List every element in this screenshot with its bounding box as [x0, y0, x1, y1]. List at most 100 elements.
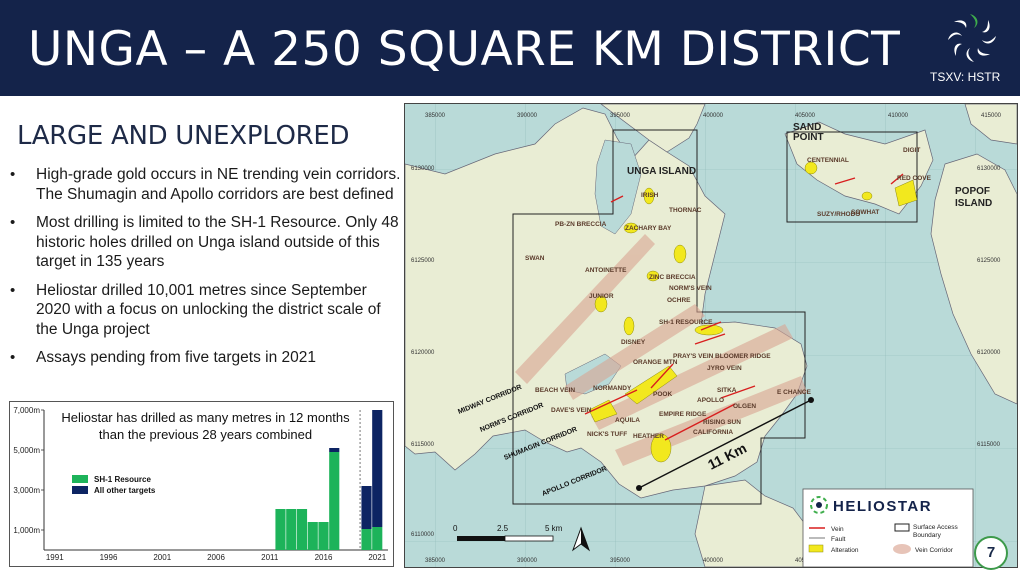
x-tick-label: 2016: [315, 553, 333, 562]
ticker-symbol: TSXV: HSTR: [930, 70, 1001, 84]
bullet-list: High-grade gold occurs in NE trending ve…: [10, 165, 402, 377]
coord-label: 390000: [517, 558, 538, 564]
target-label: AQUILA: [615, 417, 640, 424]
coord-label: 6110000: [411, 532, 435, 538]
map-canvas: 11 Km 385000 390000 395000 400000 405000…: [405, 104, 1017, 567]
coord-label: 6120000: [977, 350, 1001, 356]
x-tick-label: 2021: [368, 553, 386, 562]
bar-sh1-resource: [307, 522, 318, 550]
coord-label: 6115000: [411, 442, 435, 448]
chart-title: Heliostar has drilled as many metres in …: [61, 410, 350, 442]
title-banner: UNGA – A 250 SQUARE KM DISTRICT TSXV: HS…: [0, 0, 1020, 96]
target-label: CENTENNIAL: [807, 157, 849, 164]
heliostar-logo-icon: [948, 14, 996, 62]
target-label: THORNAC: [669, 207, 702, 214]
bullet-item: Most drilling is limited to the SH-1 Res…: [10, 213, 402, 272]
slide-title: UNGA – A 250 SQUARE KM DISTRICT: [28, 22, 901, 77]
target-label: RED COVE: [897, 175, 932, 182]
coord-label: 395000: [610, 113, 631, 119]
x-tick-label: 1996: [100, 553, 118, 562]
target-label: POOK: [653, 391, 672, 398]
target-label: NORMANDY: [593, 385, 632, 392]
target-label: JUNIOR: [589, 293, 614, 300]
island-label-popof: POPOF ISLAND: [955, 186, 992, 209]
target-label: BLOOMER RIDGE: [715, 353, 771, 360]
bullet-item: Heliostar drilled 10,001 metres since Se…: [10, 281, 402, 340]
x-tick-label: 1991: [46, 553, 64, 562]
target-label: NICK'S TUFF: [587, 431, 627, 438]
legend-swatch: [72, 475, 88, 483]
coord-label: 6125000: [411, 258, 435, 264]
legend-label: SH-1 Resource: [94, 475, 151, 484]
target-label: SWAN: [525, 255, 545, 262]
bar-sh1-resource: [329, 452, 340, 550]
target-label: IRISH: [641, 192, 659, 199]
target-label: PRAY'S VEIN: [673, 353, 714, 360]
bar-sh1-resource: [372, 527, 383, 550]
target-label: E CHANCE: [777, 389, 812, 396]
coord-label: 405000: [795, 113, 816, 119]
island-label-unga: UNGA ISLAND: [627, 166, 696, 177]
bar-sh1-resource: [275, 509, 286, 550]
target-label: DIGIT: [903, 147, 920, 154]
island-label-sand-point: SAND POINT: [793, 122, 824, 143]
coord-label: 6130000: [977, 166, 1001, 172]
bullet-item: High-grade gold occurs in NE trending ve…: [10, 165, 402, 204]
coord-label: 415000: [981, 113, 1002, 119]
legend-label: All other targets: [94, 486, 156, 495]
target-label: HEATHER: [633, 433, 664, 440]
x-tick-label: 2001: [153, 553, 171, 562]
target-label: DAVE'S VEIN: [551, 407, 592, 414]
target-label: JYRO VEIN: [707, 365, 742, 372]
x-tick-label: 2011: [261, 553, 279, 562]
bar-other-targets: [361, 486, 372, 529]
coord-label: 6115000: [977, 442, 1001, 448]
bar-other-targets: [329, 448, 340, 452]
coord-label: 395000: [610, 558, 631, 564]
coord-label: 6125000: [977, 258, 1001, 264]
coord-label: 400000: [703, 113, 724, 119]
bar-sh1-resource: [296, 509, 308, 550]
target-label: ZACHARY BAY: [625, 225, 672, 232]
coord-label: 385000: [425, 113, 446, 119]
target-label: ZINC BRECCIA: [649, 274, 696, 281]
target-label: NORM'S VEIN: [669, 285, 712, 292]
coord-label: 400000: [703, 558, 724, 564]
legend-corridor: Vein Corridor: [915, 547, 954, 554]
section-subtitle: LARGE AND UNEXPLORED: [17, 121, 350, 151]
distance-endpoint: [636, 485, 642, 491]
scale-label: 2.5: [497, 524, 509, 533]
y-tick-label: 5,000m: [13, 446, 40, 455]
map-legend: HELIOSTAR Vein Fault Alteration Surface …: [802, 488, 974, 567]
target-label: ORANGE MTN: [633, 359, 678, 366]
target-label: PB-ZN BRECCIA: [555, 221, 607, 228]
scale-label: 5 km: [545, 524, 563, 533]
page-number: 7: [974, 536, 1008, 570]
bullet-item: Assays pending from five targets in 2021: [10, 348, 402, 368]
coord-label: 6120000: [411, 350, 435, 356]
unga-district-map: 11 Km 385000 390000 395000 400000 405000…: [404, 103, 1018, 568]
coord-label: 385000: [425, 558, 446, 564]
legend-alteration: Alteration: [831, 547, 859, 554]
target-label: ANTOINETTE: [585, 267, 627, 274]
legend-vein: Vein: [831, 526, 844, 533]
bar-sh1-resource: [361, 529, 372, 550]
target-label: RISING SUN: [703, 419, 741, 426]
drilling-chart: 1,000m 3,000m 5,000m 7,000m 1991 1996 2001 2006…: [9, 401, 394, 567]
y-tick-label: 1,000m: [13, 526, 40, 535]
target-label: EMPIRE RIDGE: [659, 411, 707, 418]
distance-endpoint: [808, 397, 814, 403]
coord-label: 410000: [888, 113, 909, 119]
target-label: OLGEN: [733, 403, 756, 410]
coord-label: 6130000: [411, 166, 435, 172]
legend-brand: HELIOSTAR: [833, 498, 932, 515]
scale-label: 0: [453, 524, 458, 533]
target-label: APOLLO: [697, 397, 724, 404]
coord-label: 390000: [517, 113, 538, 119]
target-label: CALIFORNIA: [693, 429, 733, 436]
target-label: DISNEY: [621, 339, 646, 346]
legend-fault: Fault: [831, 536, 846, 543]
bar-other-targets: [372, 410, 383, 527]
target-label: SITKA: [717, 387, 737, 394]
bar-sh1-resource: [318, 522, 329, 550]
